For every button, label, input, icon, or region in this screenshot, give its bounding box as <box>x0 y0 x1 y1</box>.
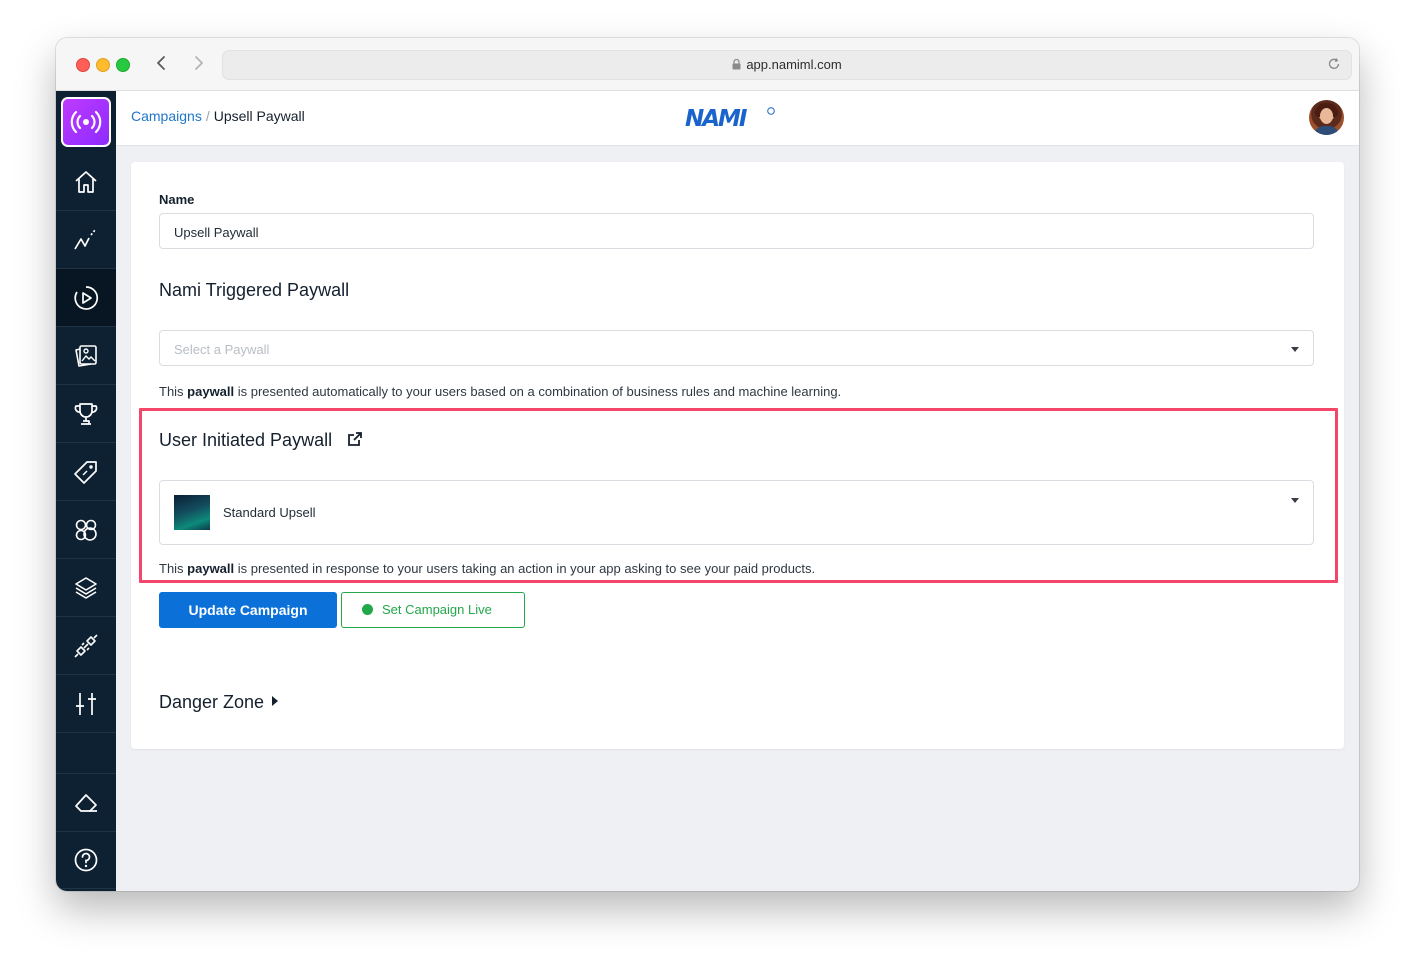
caret-right-icon <box>272 696 279 706</box>
help-icon <box>74 848 98 872</box>
app-logo[interactable] <box>61 97 111 147</box>
address-bar[interactable]: app.namiml.com <box>222 50 1352 80</box>
live-status-dot-icon <box>362 604 373 615</box>
set-campaign-live-button[interactable]: Set Campaign Live <box>341 592 525 628</box>
user-help-keyword: paywall <box>187 561 235 576</box>
sidebar-item-trophy[interactable] <box>56 385 116 443</box>
sidebar-item-paywalls[interactable] <box>56 327 116 385</box>
user-paywall-help: This paywall is presented in response to… <box>159 561 815 576</box>
external-link-icon[interactable] <box>347 431 363 447</box>
broadcast-icon <box>70 110 102 134</box>
user-initiated-title-text: User Initiated Paywall <box>159 430 333 450</box>
breadcrumb-campaigns-link[interactable]: Campaigns <box>131 108 202 124</box>
chevron-down-icon <box>1291 347 1299 352</box>
triggered-help-suffix: is presented automatically to your users… <box>234 384 842 399</box>
back-arrow-icon[interactable] <box>152 53 172 73</box>
user-avatar[interactable] <box>1309 100 1344 135</box>
close-window-button[interactable] <box>76 58 90 72</box>
sidebar-item-home[interactable] <box>56 153 116 211</box>
nami-brand-logo[interactable]: NAMI <box>685 104 777 130</box>
user-initiated-paywall-title: User Initiated Paywall <box>159 430 363 451</box>
sidebar <box>56 91 116 891</box>
name-field[interactable]: Upsell Paywall <box>159 213 1314 249</box>
minimize-window-button[interactable] <box>96 58 110 72</box>
triggered-paywall-select[interactable]: Select a Paywall <box>159 330 1314 366</box>
sidebar-item-users[interactable] <box>56 501 116 559</box>
breadcrumb-separator: / <box>205 108 210 124</box>
browser-window: app.namiml.com Campaigns / Upsell Paywal… <box>56 38 1359 891</box>
paywall-thumbnail <box>174 495 210 530</box>
reload-icon[interactable] <box>1327 57 1341 71</box>
breadcrumb: Campaigns / Upsell Paywall <box>131 108 305 124</box>
url-text: app.namiml.com <box>746 57 842 72</box>
layers-icon <box>75 577 97 599</box>
top-header: Campaigns / Upsell Paywall NAMI <box>116 91 1359 146</box>
danger-zone-label: Danger Zone <box>159 692 265 712</box>
sidebar-item-help[interactable] <box>56 831 116 889</box>
sidebar-item-settings[interactable] <box>56 675 116 733</box>
triggered-paywall-help: This paywall is presented automatically … <box>159 384 841 399</box>
chevron-down-icon <box>1291 498 1299 503</box>
eraser-icon <box>75 794 97 812</box>
user-paywall-select[interactable]: Standard Upsell <box>159 480 1314 545</box>
nami-triggered-paywall-title: Nami Triggered Paywall <box>159 280 350 300</box>
breadcrumb-current: Upsell Paywall <box>213 108 305 124</box>
sidebar-item-campaigns[interactable] <box>56 269 116 327</box>
name-label: Name <box>159 192 195 207</box>
triggered-help-keyword: paywall <box>187 384 235 399</box>
sidebar-item-tags[interactable] <box>56 443 116 501</box>
paywalls-icon <box>75 345 97 367</box>
set-campaign-live-label: Set Campaign Live <box>382 602 492 617</box>
settings-sliders-icon <box>76 693 96 715</box>
lock-icon <box>732 59 741 70</box>
update-campaign-button[interactable]: Update Campaign <box>159 592 337 628</box>
sidebar-item-analytics[interactable] <box>56 211 116 269</box>
home-icon <box>75 171 97 193</box>
analytics-icon <box>74 229 96 250</box>
tag-icon <box>74 461 97 484</box>
users-icon <box>75 519 97 541</box>
browser-titlebar: app.namiml.com <box>56 38 1359 91</box>
name-field-value: Upsell Paywall <box>174 225 259 240</box>
sidebar-item-eraser[interactable] <box>56 773 116 832</box>
danger-zone-toggle[interactable]: Danger Zone <box>159 692 279 713</box>
user-help-prefix: This <box>159 561 188 576</box>
triggered-paywall-placeholder: Select a Paywall <box>174 342 270 357</box>
integrations-icon <box>74 634 98 658</box>
sidebar-item-layers[interactable] <box>56 559 116 617</box>
trophy-icon <box>74 403 98 425</box>
campaigns-icon <box>74 286 99 310</box>
forward-arrow-icon[interactable] <box>188 53 208 73</box>
sidebar-item-integrations[interactable] <box>56 617 116 675</box>
zoom-window-button[interactable] <box>116 58 130 72</box>
campaign-form-card: Name Upsell Paywall Nami Triggered Paywa… <box>131 162 1344 749</box>
user-help-suffix: is presented in response to your users t… <box>234 561 816 576</box>
triggered-help-prefix: This <box>159 384 188 399</box>
svg-text:NAMI: NAMI <box>685 106 748 130</box>
user-paywall-selected: Standard Upsell <box>223 505 316 520</box>
